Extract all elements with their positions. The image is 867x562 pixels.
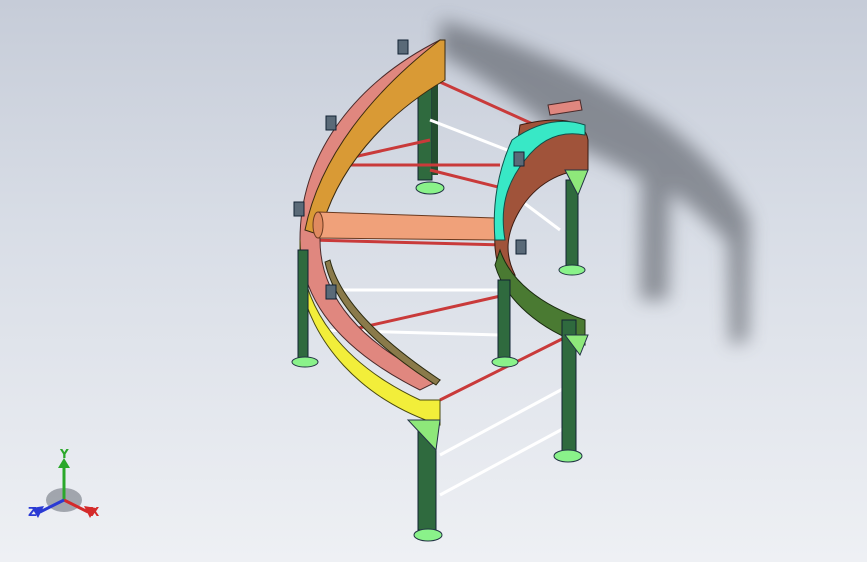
cad-viewport[interactable]: Y X Z [0,0,867,562]
model-shadow [440,20,750,345]
x-axis-label: X [90,505,100,519]
z-axis-label: Z [28,505,37,519]
y-axis-label: Y [59,447,69,461]
axis-triad: Y X Z [28,447,100,519]
roller [312,211,496,241]
